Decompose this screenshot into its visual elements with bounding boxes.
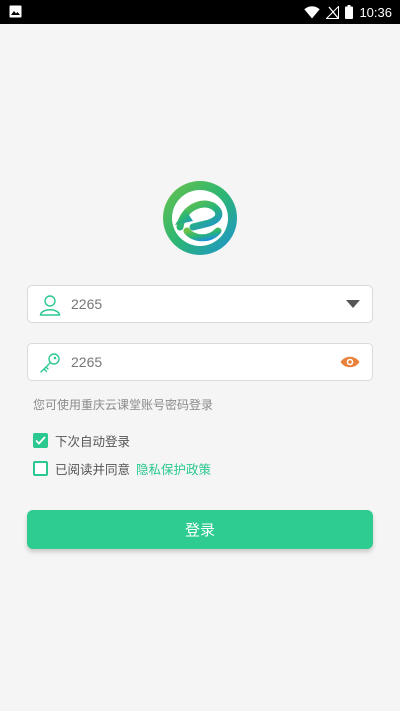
agreement-option[interactable]: 已阅读并同意 隐私保护政策	[33, 459, 211, 477]
password-input[interactable]	[71, 344, 331, 380]
login-button[interactable]: 登录	[27, 510, 373, 549]
key-icon	[40, 353, 60, 373]
username-field[interactable]	[27, 285, 373, 323]
app-logo	[163, 181, 237, 255]
status-time: 10:36	[359, 4, 392, 20]
checkmark-icon	[35, 435, 46, 445]
user-icon	[39, 295, 61, 316]
auto-login-checkbox[interactable]	[33, 432, 48, 448]
agreement-checkbox[interactable]	[33, 460, 48, 476]
eye-icon[interactable]	[340, 356, 360, 368]
battery-icon	[345, 5, 354, 19]
password-field[interactable]	[27, 343, 373, 381]
image-icon	[9, 5, 22, 18]
auto-login-label: 下次自动登录	[55, 433, 131, 449]
status-icons: 10:36	[304, 0, 392, 24]
status-bar: 10:36	[0, 0, 400, 24]
privacy-policy-link[interactable]: 隐私保护政策	[136, 459, 211, 478]
dropdown-arrow-icon[interactable]	[346, 300, 360, 308]
username-input[interactable]	[71, 286, 331, 322]
no-signal-icon	[326, 5, 340, 19]
agreement-label: 已阅读并同意	[55, 461, 131, 477]
login-hint: 您可使用重庆云课堂账号密码登录	[33, 398, 214, 412]
wifi-icon	[304, 5, 321, 18]
auto-login-option[interactable]: 下次自动登录	[33, 431, 130, 449]
